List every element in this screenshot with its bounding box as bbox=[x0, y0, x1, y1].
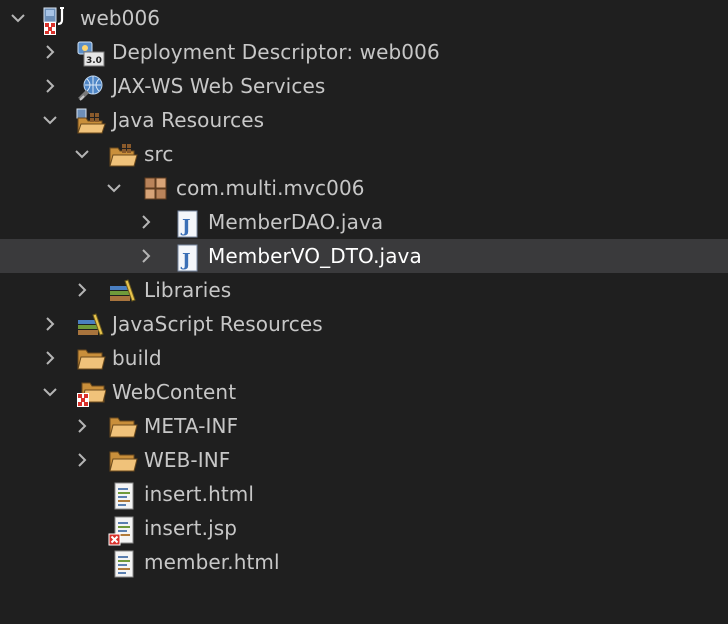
tree-item-web-inf[interactable]: WEB-INF bbox=[0, 443, 728, 477]
deployment-descriptor-icon: 3.0 bbox=[76, 40, 105, 67]
tree-item-label: JavaScript Resources bbox=[112, 312, 323, 336]
folder-icon bbox=[76, 346, 106, 370]
project-explorer-tree: web006 3.0 Deployment Descriptor: web006 bbox=[0, 0, 728, 624]
tree-item-insert-jsp[interactable]: insert.jsp bbox=[0, 511, 728, 546]
chevron-right-icon[interactable] bbox=[72, 416, 92, 436]
tree-item-label: WebContent bbox=[112, 380, 237, 404]
tree-item-javascript-resources[interactable]: JavaScript Resources bbox=[0, 307, 728, 341]
java-file-icon: J bbox=[176, 210, 202, 238]
svg-text:J: J bbox=[180, 250, 191, 271]
package-icon bbox=[143, 176, 169, 200]
tree-item-label: src bbox=[144, 142, 174, 166]
chevron-down-icon[interactable] bbox=[8, 8, 28, 28]
tree-item-label: Libraries bbox=[144, 278, 232, 302]
svg-text:J: J bbox=[180, 216, 191, 237]
chevron-down-icon[interactable] bbox=[104, 178, 124, 198]
tree-item-label: insert.html bbox=[144, 482, 255, 506]
tree-item-src[interactable]: src bbox=[0, 137, 728, 171]
tree-item-webcontent[interactable]: WebContent bbox=[0, 375, 728, 409]
tree-item-libraries[interactable]: Libraries bbox=[0, 273, 728, 307]
web-project-icon bbox=[42, 6, 68, 35]
tree-item-build[interactable]: build bbox=[0, 341, 728, 375]
tree-item-meta-inf[interactable]: META-INF bbox=[0, 409, 728, 443]
tree-item-label: META-INF bbox=[144, 414, 239, 438]
tree-item-label: Java Resources bbox=[112, 108, 265, 132]
tree-item-deployment-descriptor[interactable]: 3.0 Deployment Descriptor: web006 bbox=[0, 35, 728, 69]
tree-item-insert-html[interactable]: insert.html bbox=[0, 477, 728, 511]
tree-item-label: WEB-INF bbox=[144, 448, 231, 472]
tree-item-jax-ws-web-services[interactable]: JAX-WS Web Services bbox=[0, 69, 728, 103]
jsp-file-error-icon bbox=[108, 516, 134, 546]
tree-item-label: insert.jsp bbox=[144, 516, 238, 540]
tree-item-label: MemberVO_DTO.java bbox=[208, 244, 422, 268]
tree-item-label: Deployment Descriptor: web006 bbox=[112, 40, 440, 64]
tree-item-label: MemberDAO.java bbox=[208, 210, 384, 234]
tree-item-label: web006 bbox=[80, 6, 161, 30]
web-services-icon bbox=[76, 74, 103, 101]
chevron-down-icon[interactable] bbox=[40, 382, 60, 402]
tree-item-label: com.multi.mvc006 bbox=[176, 176, 365, 200]
html-file-icon bbox=[112, 482, 138, 510]
chevron-right-icon[interactable] bbox=[136, 246, 156, 266]
javascript-resources-icon bbox=[76, 312, 104, 336]
folder-icon bbox=[108, 414, 138, 438]
source-folder-icon bbox=[108, 142, 138, 167]
tree-item-memberdao-java[interactable]: J MemberDAO.java bbox=[0, 205, 728, 239]
tree-item-label: build bbox=[112, 346, 162, 370]
java-resources-folder-icon bbox=[76, 108, 106, 134]
web-content-folder-icon bbox=[76, 380, 106, 407]
svg-text:3.0: 3.0 bbox=[86, 56, 102, 66]
java-file-icon: J bbox=[176, 244, 202, 272]
tree-item-java-resources[interactable]: Java Resources bbox=[0, 103, 728, 137]
chevron-right-icon[interactable] bbox=[40, 314, 60, 334]
chevron-right-icon[interactable] bbox=[40, 76, 60, 96]
html-file-icon bbox=[112, 550, 138, 578]
chevron-right-icon[interactable] bbox=[72, 450, 92, 470]
tree-item-package[interactable]: com.multi.mvc006 bbox=[0, 171, 728, 205]
libraries-icon bbox=[108, 278, 136, 302]
chevron-down-icon[interactable] bbox=[40, 110, 60, 130]
folder-icon bbox=[108, 448, 138, 472]
chevron-right-icon[interactable] bbox=[136, 212, 156, 232]
tree-item-label: JAX-WS Web Services bbox=[112, 74, 326, 98]
tree-item-label: member.html bbox=[144, 550, 280, 574]
tree-item-web006[interactable]: web006 bbox=[0, 1, 728, 35]
chevron-down-icon[interactable] bbox=[72, 144, 92, 164]
tree-item-member-html[interactable]: member.html bbox=[0, 545, 728, 579]
chevron-right-icon[interactable] bbox=[40, 42, 60, 62]
chevron-right-icon[interactable] bbox=[40, 348, 60, 368]
chevron-right-icon[interactable] bbox=[72, 280, 92, 300]
tree-item-membervo-dto-java[interactable]: J MemberVO_DTO.java bbox=[0, 239, 728, 273]
